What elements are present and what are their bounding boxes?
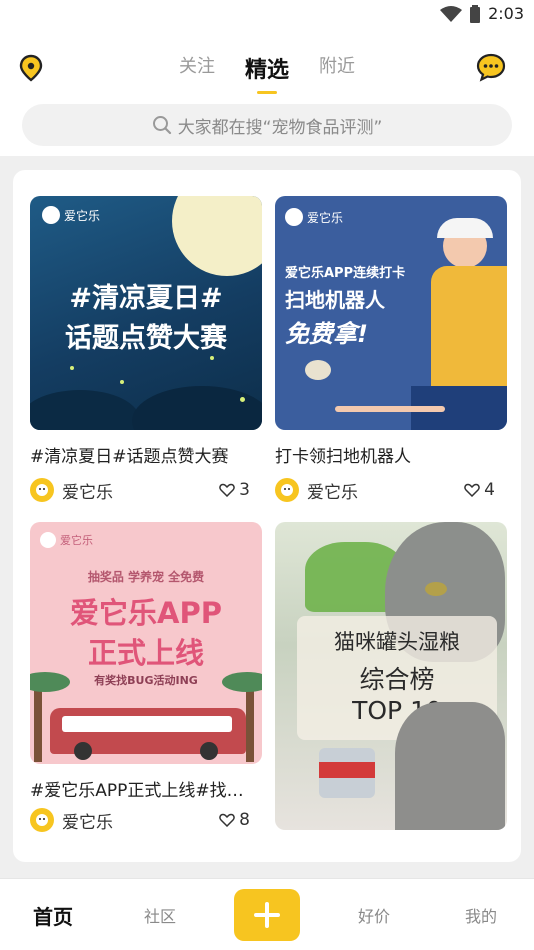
image-brand: 爱它乐 (64, 208, 101, 223)
feed-card[interactable]: 爱它乐 爱它乐APP连续打卡 扫地机器人 免费拿! 打卡领扫地机器人 爱它乐 4 (275, 196, 507, 503)
like-button[interactable]: 4 (464, 480, 495, 500)
message-icon[interactable] (476, 52, 506, 82)
author-name[interactable]: 爱它乐 (307, 478, 464, 503)
image-line-2: 话题点赞大赛 (65, 323, 227, 354)
search-icon (152, 116, 171, 135)
image-line-1: 爱它乐APP连续打卡 (285, 266, 406, 281)
tab-following[interactable]: 关注 (177, 52, 217, 84)
status-time: 2:03 (488, 4, 524, 23)
card-meta: 爱它乐 8 (30, 807, 262, 833)
image-line-1: 爱它乐APP (70, 596, 222, 630)
nav-mine[interactable]: 我的 (465, 903, 497, 927)
heart-icon (464, 483, 480, 497)
nav-deals[interactable]: 好价 (358, 903, 390, 927)
top-bar: 关注 精选 附近 (0, 40, 534, 96)
image-line-2: 扫地机器人 (285, 288, 385, 312)
author-name[interactable]: 爱它乐 (62, 478, 219, 503)
card-meta: 爱它乐 3 (30, 477, 262, 503)
feed-grid: 爱它乐 #清凉夏日# 话题点赞大赛 #清凉夏日#话题点赞大赛 爱它乐 3 爱它乐… (13, 170, 521, 862)
like-count: 3 (239, 480, 250, 500)
search-bar[interactable]: 大家都在搜“宠物食品评测” (22, 104, 512, 146)
like-button[interactable]: 3 (219, 480, 250, 500)
search-placeholder: 大家都在搜“宠物食品评测” (177, 117, 383, 138)
card-meta: 爱它乐 4 (275, 477, 507, 503)
author-name[interactable]: 爱它乐 (62, 808, 219, 833)
brand-logo-icon (42, 206, 60, 224)
image-brand: 爱它乐 (307, 210, 344, 225)
brand-logo-icon (285, 208, 303, 226)
avatar[interactable] (275, 478, 299, 502)
card-title[interactable]: #爱它乐APP正式上线#找… (30, 776, 266, 801)
battery-icon (470, 4, 481, 23)
plus-icon (254, 902, 280, 928)
image-line-1: #清凉夏日# (69, 283, 223, 314)
card-image-launch[interactable]: 爱它乐 抽奖品 学养宠 全免费 爱它乐APP 正式上线 有奖找BUG活动ING (30, 522, 262, 764)
card-image-summer[interactable]: 爱它乐 #清凉夏日# 话题点赞大赛 (30, 196, 262, 430)
create-post-button[interactable] (234, 889, 300, 941)
tab-featured[interactable]: 精选 (243, 52, 291, 94)
avatar-icon (36, 814, 48, 826)
image-brand: 爱它乐 (60, 534, 93, 547)
wifi-icon (440, 5, 463, 22)
tab-nearby[interactable]: 附近 (317, 52, 357, 84)
image-line-2: 综合榜 (359, 665, 435, 694)
avatar-icon (36, 484, 48, 496)
image-line-0: 抽奖品 学养宠 全免费 (87, 570, 205, 584)
like-button[interactable]: 8 (219, 810, 250, 830)
nav-home[interactable]: 首页 (33, 901, 73, 930)
nav-community[interactable]: 社区 (144, 903, 176, 927)
card-image-robot[interactable]: 爱它乐 爱它乐APP连续打卡 扫地机器人 免费拿! (275, 196, 507, 430)
avatar-icon (281, 484, 293, 496)
feed-card[interactable]: 爱它乐 #清凉夏日# 话题点赞大赛 #清凉夏日# 话题点赞大赛 爱它乐 3 (30, 196, 262, 503)
feed-card[interactable]: 猫咪罐头湿粮 综合榜 TOP 10 (275, 522, 507, 830)
bottom-nav: 首页 社区 好价 我的 (0, 878, 534, 950)
avatar[interactable] (30, 808, 54, 832)
like-count: 8 (239, 810, 250, 830)
brand-logo-icon (40, 532, 56, 548)
image-line-3: 免费拿! (285, 320, 368, 348)
avatar[interactable] (30, 478, 54, 502)
image-line-1: 猫咪罐头湿粮 (334, 630, 460, 654)
like-count: 4 (484, 480, 495, 500)
heart-icon (219, 483, 235, 497)
image-line-2: 正式上线 (87, 636, 204, 670)
feed-tabs: 关注 精选 附近 (0, 52, 534, 94)
feed-card[interactable]: 爱它乐 抽奖品 学养宠 全免费 爱它乐APP 正式上线 有奖找BUG活动ING … (30, 522, 262, 833)
card-title[interactable]: 打卡领扫地机器人 (275, 442, 511, 467)
status-bar: 2:03 (0, 0, 534, 30)
card-image-cat-food[interactable]: 猫咪罐头湿粮 综合榜 TOP 10 (275, 522, 507, 830)
heart-icon (219, 813, 235, 827)
card-title[interactable]: #清凉夏日#话题点赞大赛 (30, 442, 266, 467)
